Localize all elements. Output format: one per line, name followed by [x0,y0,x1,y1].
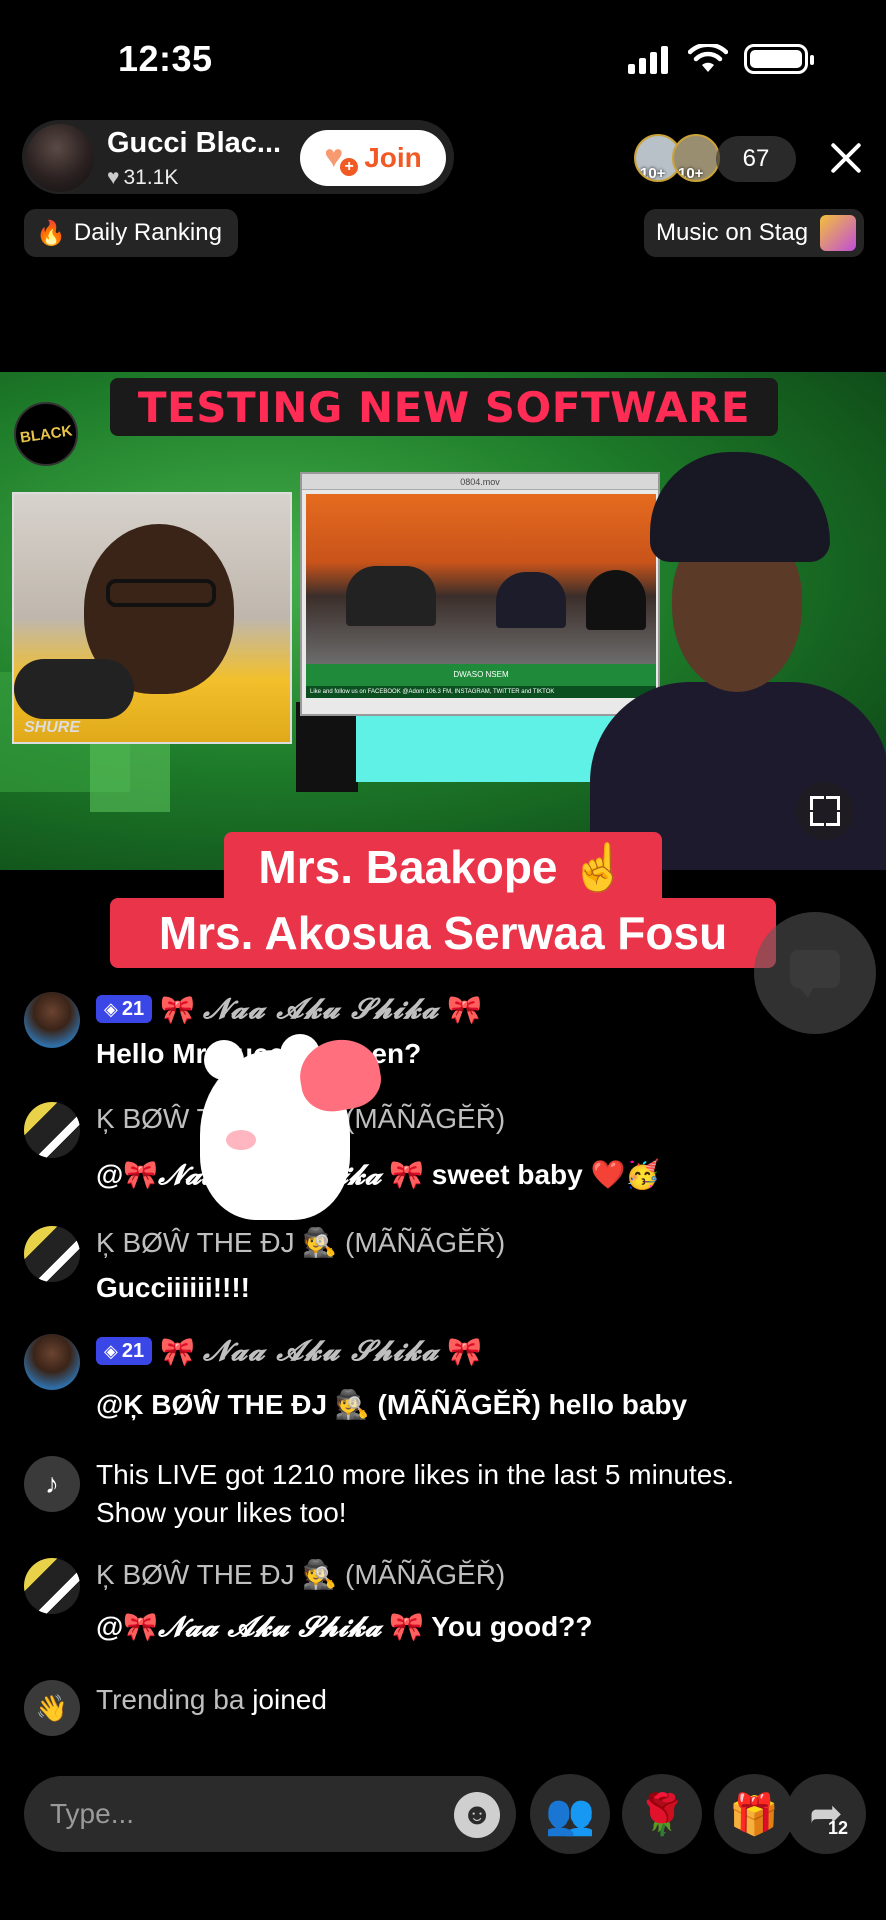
chat-message[interactable]: Ķ BØŴ THE ĐJ 🕵️ (MÃÑÃGĔŘ) Gucciiiiii!!!! [24,1222,864,1314]
logo-text: BLACK [18,421,74,447]
chat-text: Gucciiiiii!!!! [96,1272,250,1303]
status-time: 12:35 [118,38,213,79]
join-heart-plus-icon [324,138,359,176]
rose-icon: 🌹 [637,1792,687,1837]
viewer-badge: 10+ [640,165,666,182]
viewer-badge: 10+ [678,165,704,182]
join-label: Join [364,142,422,173]
bear-kiss-sticker [190,1030,390,1240]
music-on-stage-label: Music on Stag [656,219,808,246]
top-viewers[interactable]: 10+ 10+ [634,134,724,184]
emoji-icon[interactable]: ☻ [454,1792,500,1838]
chat-message[interactable]: Ķ BØŴ THE ĐJ 🕵️ (MÃÑÃGĔŘ) @🎀𝓝𝓪𝓪 𝓐𝓴𝓾 𝓢𝓱𝓲𝓴… [24,1098,864,1198]
fire-icon: 🔥 [36,219,66,247]
join-text: Trending ba joined [96,1684,327,1715]
stage-gift-icon [820,215,856,251]
heart-icon: ♥ [107,166,120,189]
join-button[interactable]: Join [300,130,446,186]
chat-bubble-icon [790,950,840,998]
host-camera-feed: SHURE [12,492,292,744]
chat-text: @Ķ BØŴ THE ĐJ 🕵️ (MÃÑÃGĔŘ) hello baby [96,1389,688,1420]
viewer-avatar[interactable]: 10+ [672,134,720,182]
mic-brand: SHURE [24,719,81,736]
share-count: 12 [828,1818,849,1838]
host-likes-count: 31.1K [123,166,179,189]
system-message: ♪ This LIVE got 1210 more likes in the l… [24,1452,864,1552]
video-banner: TESTING NEW SOFTWARE [110,378,778,436]
user-avatar[interactable] [24,1558,80,1614]
diamond-icon: ◈ [104,998,118,1019]
daily-ranking-button[interactable]: 🔥 Daily Ranking [24,209,238,257]
system-text: This LIVE got 1210 more likes in the las… [96,1459,735,1528]
gift-icon: 🎁 [729,1792,779,1837]
cellular-signal-icon [628,46,670,74]
chat-text: @🎀𝓝𝓪𝓪 𝓐𝓴𝓾 𝓢𝓱𝓲𝓴𝓪 🎀 You good?? [96,1610,593,1643]
diamond-icon: ◈ [104,1340,118,1361]
chat-message[interactable]: ◈21 🎀 𝓝𝓪𝓪 𝓐𝓴𝓾 𝓢𝓱𝓲𝓴𝓪 🎀 Hello Mr Gucci, et… [24,988,864,1080]
level-badge: ◈ 21 [96,995,153,1023]
chat-username[interactable]: Ķ BØŴ THE ĐJ 🕵️ (MÃÑÃGĔŘ) [96,1558,505,1591]
join-notice: 👋 Trending ba joined [24,1676,864,1740]
wave-hand-icon: 👋 [24,1680,80,1736]
user-avatar[interactable] [24,992,80,1048]
caption-line-1: Mrs. Baakope ☝️ [224,832,662,902]
host-name[interactable]: Gucci Blac... [107,127,281,160]
music-on-stage-button[interactable]: Music on Stag [644,209,864,257]
chat-message[interactable]: Ķ BØŴ THE ĐJ 🕵️ (MÃÑÃGĔŘ) @🎀𝓝𝓪𝓪 𝓐𝓴𝓾 𝓢𝓱𝓲𝓴… [24,1554,864,1654]
wifi-icon [688,44,728,72]
multi-guest-button[interactable]: 👥 [530,1774,610,1854]
live-video[interactable]: BLACK TESTING NEW SOFTWARE SHURE 0804.mo… [0,372,886,870]
chat-message[interactable]: ◈ 21 🎀 𝓝𝓪𝓪 𝓐𝓴𝓾 𝓢𝓱𝓲𝓴𝓪 🎀 @Ķ BØŴ THE ĐJ 🕵️ (… [24,1330,864,1430]
chat-username[interactable]: ◈ 21 🎀 𝓝𝓪𝓪 𝓐𝓴𝓾 𝓢𝓱𝓲𝓴𝓪 🎀 [96,1334,482,1368]
caption-line-2: Mrs. Akosua Serwaa Fosu [110,898,776,968]
status-bar: 12:35 [0,0,886,110]
close-icon[interactable] [824,136,868,180]
battery-icon [744,44,814,74]
people-icon: 👥 [545,1792,595,1837]
host-likes: ♥ 31.1K [107,166,178,190]
level-badge: ◈ 21 [96,1337,153,1365]
comment-input[interactable] [24,1776,516,1852]
host-avatar[interactable] [24,122,96,194]
banner-text: TESTING NEW SOFTWARE [137,382,751,432]
fullscreen-icon[interactable] [796,782,854,840]
user-avatar[interactable] [24,1334,80,1390]
channel-logo: BLACK [14,402,78,466]
daily-ranking-label: Daily Ranking [73,219,222,246]
tiktok-icon: ♪ [24,1456,80,1512]
user-avatar[interactable] [24,1226,80,1282]
rose-gift-button[interactable]: 🌹 [622,1774,702,1854]
share-button[interactable]: ➦ [786,1774,866,1854]
chat-username[interactable]: ◈ 21 🎀 𝓝𝓪𝓪 𝓐𝓴𝓾 𝓢𝓱𝓲𝓴𝓪 🎀 [96,992,482,1026]
viewer-count[interactable]: 67 [716,136,796,182]
user-avatar[interactable] [24,1102,80,1158]
gift-button[interactable]: 🎁 [714,1774,794,1854]
